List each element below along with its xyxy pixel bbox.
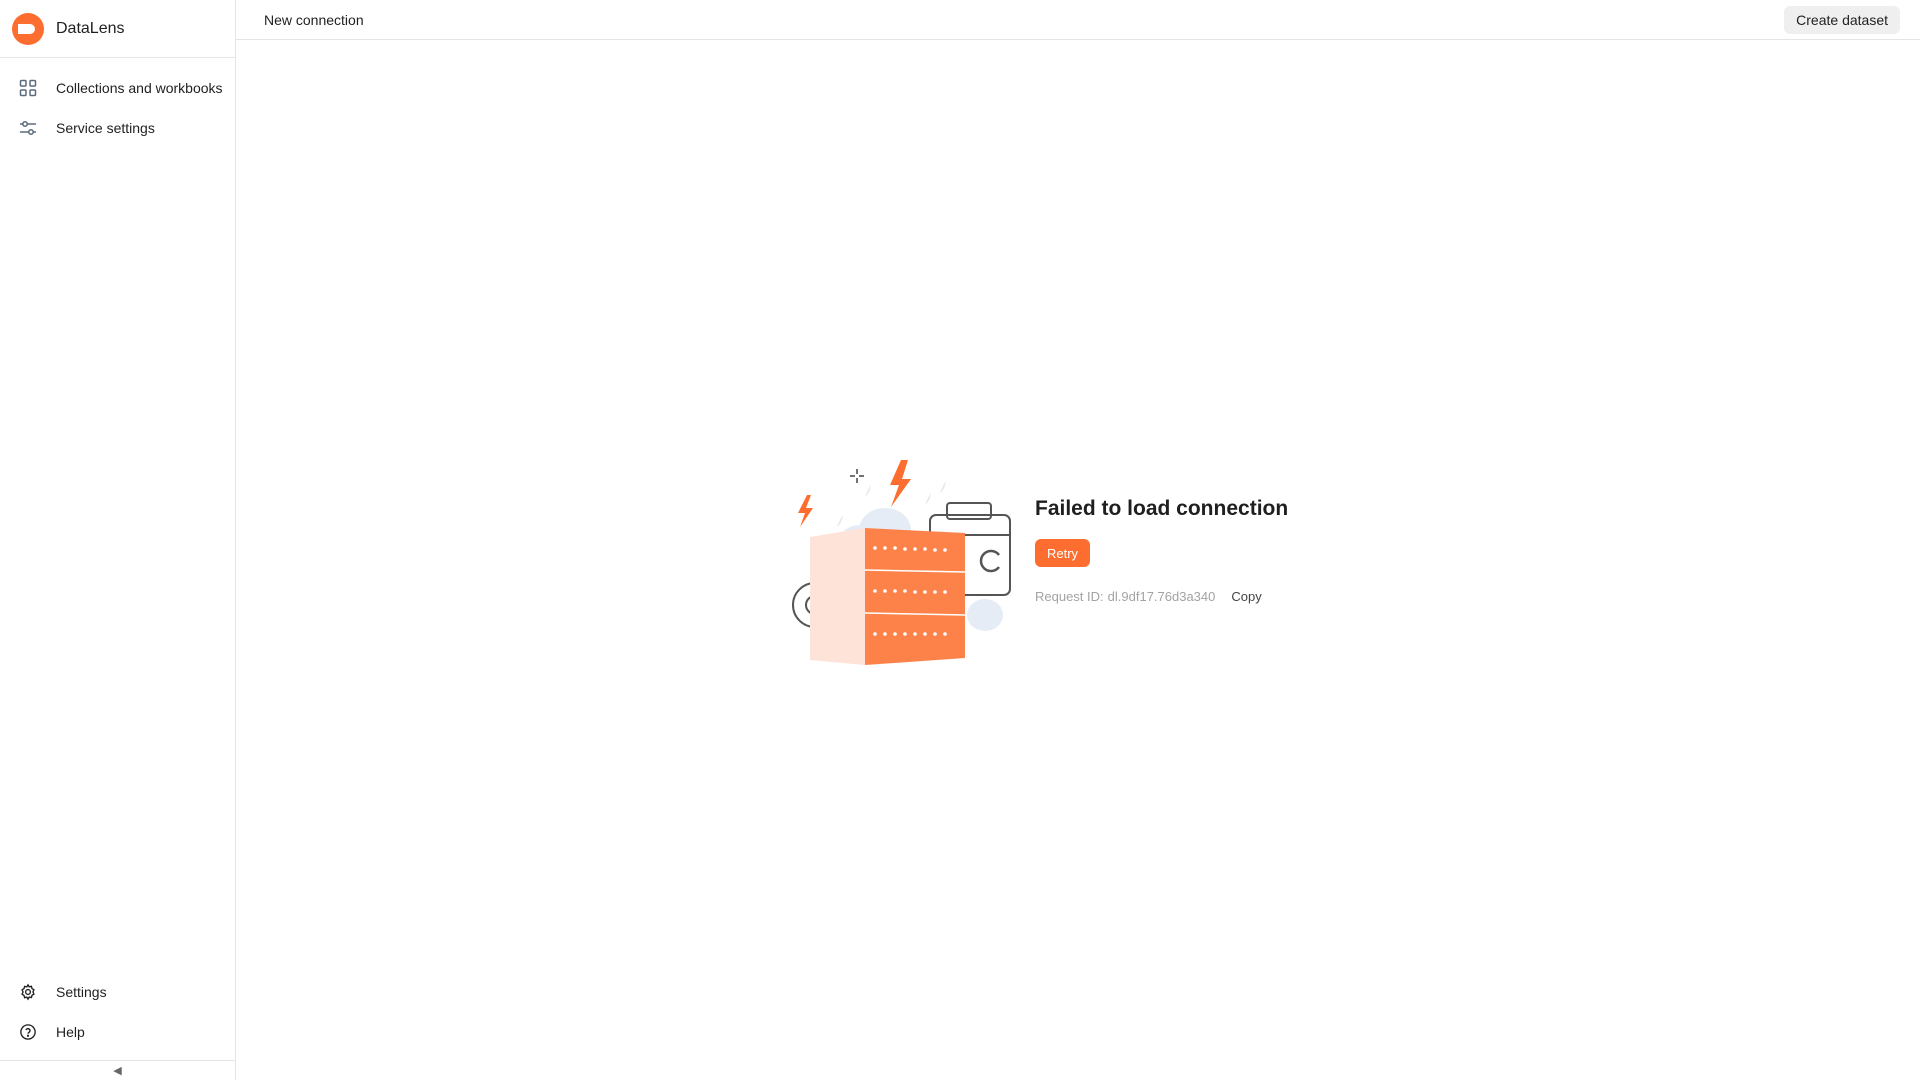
sidebar: DataLens Collections and workbooks Servi… <box>0 0 236 1080</box>
sidebar-item-label: Help <box>56 1024 85 1040</box>
collapse-arrow-icon: ◀ <box>113 1065 122 1077</box>
page-title: New connection <box>264 11 364 28</box>
retry-button[interactable]: Retry <box>1035 539 1091 567</box>
sliders-icon <box>18 118 38 138</box>
gear-icon <box>18 982 38 1002</box>
server-error-illustration <box>792 460 1011 665</box>
sidebar-collapse-button[interactable]: ◀ <box>0 1060 235 1080</box>
sidebar-nav: Collections and workbooks Service settin… <box>0 58 235 148</box>
sidebar-item-help[interactable]: Help <box>0 1012 235 1052</box>
app-name: DataLens <box>56 19 125 37</box>
sidebar-item-service-settings[interactable]: Service settings <box>0 108 235 148</box>
error-title: Failed to load connection <box>1035 497 1289 520</box>
request-id-row: Request ID: dl.9df17.76d3a340 Copy <box>1035 589 1288 604</box>
request-id-value: dl.9df17.76d3a340 <box>1107 589 1216 604</box>
sidebar-item-label: Settings <box>56 984 107 1000</box>
sidebar-item-label: Service settings <box>56 120 155 136</box>
brand[interactable]: DataLens <box>0 0 235 58</box>
page-header: New connection Create dataset <box>236 0 1920 40</box>
sidebar-item-collections[interactable]: Collections and workbooks <box>0 68 235 108</box>
datalens-logo-icon <box>12 12 44 45</box>
copy-request-id-button[interactable]: Copy <box>1231 589 1261 604</box>
error-body: Failed to load connection Retry Request … <box>1035 455 1288 604</box>
error-state: Failed to load connection Retry Request … <box>775 455 1288 675</box>
app-root: DataLens Collections and workbooks Servi… <box>0 0 1920 1080</box>
request-id-label: Request ID: <box>1035 589 1104 604</box>
create-dataset-button[interactable]: Create dataset <box>1784 5 1900 34</box>
help-circle-icon <box>18 1022 38 1042</box>
sidebar-item-settings[interactable]: Settings <box>0 972 235 1012</box>
grid-icon <box>18 78 38 98</box>
sidebar-item-label: Collections and workbooks <box>56 80 223 96</box>
sidebar-bottom: Settings Help <box>0 972 235 1052</box>
